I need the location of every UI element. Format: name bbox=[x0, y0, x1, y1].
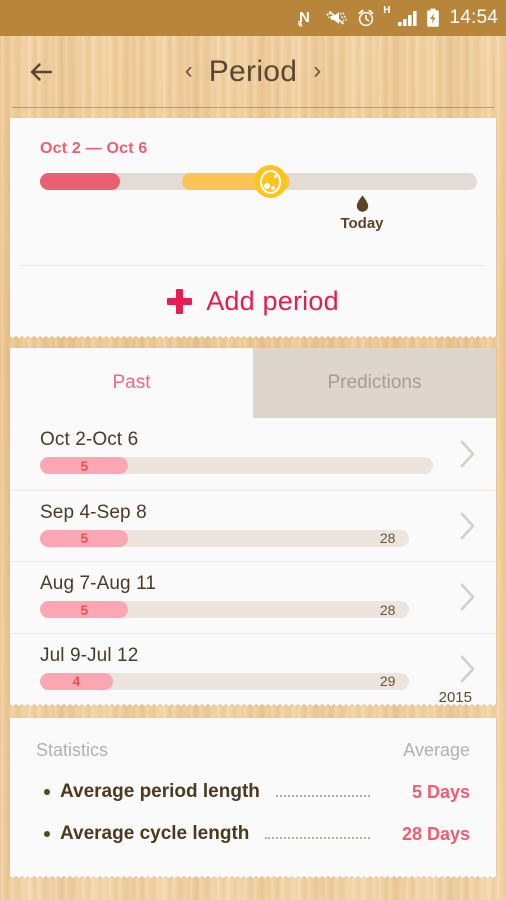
row-progress-track: 5 bbox=[40, 457, 433, 474]
row-date-label: Aug 7-Aug 11 bbox=[40, 573, 156, 594]
stat-label: Average period length bbox=[60, 781, 260, 802]
chevron-right-icon[interactable] bbox=[459, 511, 477, 541]
app-header: ‹ Period › bbox=[0, 36, 506, 108]
network-type-label: H bbox=[383, 5, 391, 16]
tab-predictions-label: Predictions bbox=[327, 372, 422, 393]
row-period-days: 5 bbox=[80, 530, 89, 546]
nfc-icon: N bbox=[298, 8, 317, 28]
table-row[interactable]: Aug 7-Aug 11 5 28 bbox=[10, 561, 496, 633]
row-period-segment: 5 bbox=[40, 529, 129, 547]
row-period-days: 4 bbox=[72, 673, 81, 689]
stat-row-cycle-length: Average cycle length 28 Days bbox=[36, 823, 470, 845]
chevron-right-icon[interactable] bbox=[459, 654, 477, 684]
period-history-card: Past Predictions Oct 2-Oct 6 5 Sep 4-Sep 8… bbox=[10, 348, 496, 709]
row-period-segment: 5 bbox=[40, 601, 129, 618]
today-marker: Today bbox=[327, 195, 397, 232]
row-period-days: 5 bbox=[80, 601, 89, 618]
today-label: Today bbox=[340, 215, 384, 232]
row-year-label: 2015 bbox=[438, 689, 472, 706]
leader-dots bbox=[265, 837, 370, 839]
plus-icon bbox=[167, 288, 193, 314]
header-divider bbox=[12, 107, 494, 108]
history-tabs: Past Predictions bbox=[10, 348, 496, 418]
stat-row-period-length: Average period length 5 Days bbox=[36, 781, 470, 803]
stat-label: Average cycle length bbox=[60, 823, 250, 844]
row-progress-track: 5 28 bbox=[40, 601, 410, 618]
next-period-button[interactable]: › bbox=[313, 58, 321, 86]
cycle-timeline-section: Oct 2 — Oct 6 Today bbox=[10, 118, 496, 265]
chevron-right-icon[interactable] bbox=[459, 439, 477, 469]
statistics-title: Statistics bbox=[36, 740, 109, 760]
period-segment bbox=[40, 173, 120, 190]
row-cycle-length: 29 bbox=[379, 673, 396, 689]
period-rows-list: Oct 2-Oct 6 5 Sep 4-Sep 8 5 28 Aug 7-Aug 11 5 2… bbox=[10, 418, 496, 706]
add-period-label: Add period bbox=[206, 285, 339, 316]
statistics-header: Statistics Average bbox=[36, 740, 470, 761]
blood-drop-icon bbox=[356, 195, 369, 212]
bullet-icon bbox=[44, 831, 50, 837]
row-date-label: Oct 2-Oct 6 bbox=[40, 429, 139, 450]
table-row[interactable]: Oct 2-Oct 6 5 bbox=[10, 418, 496, 490]
back-arrow-icon[interactable] bbox=[26, 55, 60, 89]
row-period-segment: 4 bbox=[40, 672, 113, 690]
tab-past[interactable]: Past bbox=[10, 348, 253, 418]
ovulation-egg-icon bbox=[260, 169, 281, 194]
add-period-button[interactable]: Add period bbox=[10, 266, 496, 336]
row-cycle-length: 28 bbox=[379, 530, 396, 546]
row-progress-track: 4 29 bbox=[40, 672, 410, 690]
bullet-icon bbox=[44, 789, 50, 795]
page-title: Period bbox=[208, 55, 298, 88]
row-date-label: Sep 4-Sep 8 bbox=[40, 501, 147, 523]
table-row[interactable]: Sep 4-Sep 8 5 28 bbox=[10, 489, 496, 562]
tab-past-label: Past bbox=[112, 372, 151, 393]
row-period-days: 5 bbox=[80, 457, 89, 474]
battery-charging-icon bbox=[426, 8, 440, 28]
stat-value: 28 Days bbox=[401, 823, 470, 844]
row-cycle-length: 28 bbox=[379, 601, 396, 618]
status-clock: 14:54 bbox=[449, 7, 498, 28]
row-progress-track: 5 28 bbox=[40, 529, 410, 547]
row-period-segment: 5 bbox=[40, 457, 129, 474]
statistics-column-label: Average bbox=[403, 740, 470, 760]
leader-dots bbox=[275, 795, 370, 797]
title-group: ‹ Period › bbox=[185, 55, 322, 89]
statistics-card: Statistics Average Average period length… bbox=[10, 718, 496, 881]
current-range-label: Oct 2 — Oct 6 bbox=[40, 140, 148, 157]
stat-value: 5 Days bbox=[411, 781, 470, 802]
alarm-clock-icon bbox=[356, 8, 376, 28]
current-period-card: Oct 2 — Oct 6 Today Add period bbox=[10, 118, 496, 341]
signal-bars-icon bbox=[397, 9, 419, 27]
status-bar: N H 14:54 bbox=[0, 0, 506, 36]
cycle-progress-track[interactable] bbox=[40, 165, 477, 198]
tab-predictions[interactable]: Predictions bbox=[253, 348, 496, 418]
prev-period-button[interactable]: ‹ bbox=[185, 58, 193, 86]
mute-vibrate-icon bbox=[324, 8, 349, 28]
row-date-label: Jul 9-Jul 12 bbox=[40, 644, 139, 666]
chevron-right-icon[interactable] bbox=[459, 582, 477, 612]
table-row[interactable]: Jul 9-Jul 12 4 29 2015 bbox=[10, 632, 496, 706]
ovulation-handle[interactable] bbox=[254, 165, 287, 198]
